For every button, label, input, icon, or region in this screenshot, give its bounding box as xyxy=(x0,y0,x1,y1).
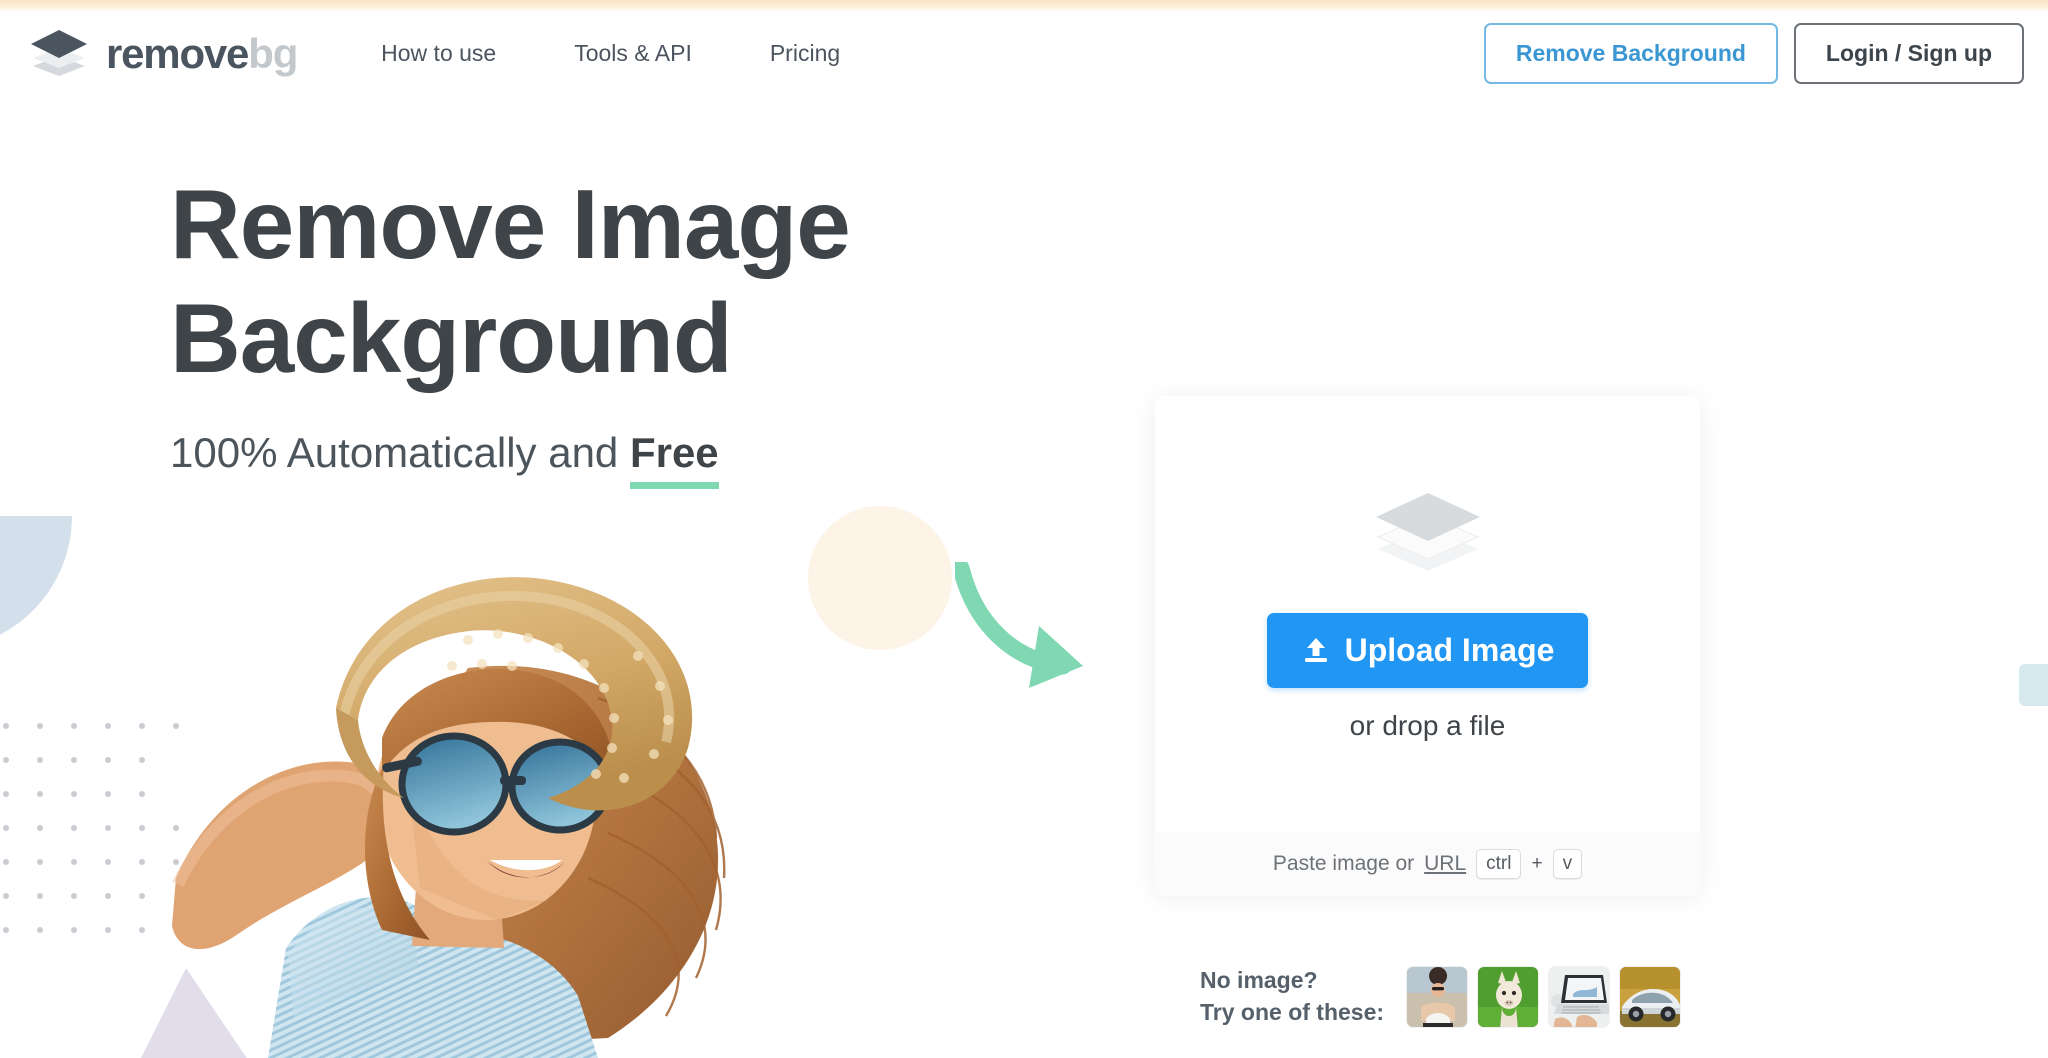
sample-thumbnails xyxy=(1406,965,1682,1028)
kbd-ctrl: ctrl xyxy=(1476,848,1522,880)
paste-url-link[interactable]: URL xyxy=(1424,852,1466,876)
brand-wordmark: removebg xyxy=(106,29,298,77)
hero-subtitle-prefix: 100% Automatically and xyxy=(170,429,630,477)
stacked-layers-icon xyxy=(28,26,90,82)
nav-link-tools-api[interactable]: Tools & API xyxy=(574,40,692,67)
paste-image-row: Paste image or URL ctrl + v xyxy=(1155,832,1700,896)
hero-subtitle: 100% Automatically and Free xyxy=(170,429,850,490)
hero-subtitle-emphasis: Free xyxy=(629,429,719,490)
upload-card[interactable]: Upload Image or drop a file Paste image … xyxy=(1155,396,1700,896)
alpaca-thumbnail[interactable] xyxy=(1477,965,1540,1028)
right-edge-blue-chip-decoration xyxy=(2019,664,2048,706)
top-accent-strip xyxy=(0,0,2048,12)
nav-actions: Remove Background Login / Sign up xyxy=(1483,23,2024,84)
sample-images-section: No image? Try one of these: xyxy=(1200,965,1682,1028)
upload-image-button[interactable]: Upload Image xyxy=(1266,612,1589,688)
brand-logo[interactable]: removebg xyxy=(28,26,298,82)
stacked-layers-icon xyxy=(1368,487,1488,579)
brand-name-secondary: bg xyxy=(248,29,298,77)
woman-in-straw-hat-photo xyxy=(168,548,798,1058)
sports-car-thumbnail[interactable] xyxy=(1619,965,1682,1028)
upload-dropzone[interactable]: Upload Image or drop a file xyxy=(1155,396,1700,832)
kbd-v: v xyxy=(1552,848,1583,880)
nav-links: How to use Tools & API Pricing xyxy=(381,40,840,67)
login-signup-button[interactable]: Login / Sign up xyxy=(1793,23,2024,84)
paste-image-text: Paste image or xyxy=(1272,852,1415,875)
blue-quarter-circle-decoration xyxy=(0,516,72,650)
page-root: removebg How to use Tools & API Pricing … xyxy=(0,0,2048,1058)
top-navigation-bar: removebg How to use Tools & API Pricing … xyxy=(0,12,2048,95)
cream-circle-decoration xyxy=(808,506,952,650)
drop-file-hint: or drop a file xyxy=(1349,709,1506,741)
sample-images-label: No image? Try one of these: xyxy=(1200,967,1385,1025)
page-title: Remove Image Background xyxy=(170,169,851,393)
upload-image-button-label: Upload Image xyxy=(1344,631,1555,668)
remove-background-button[interactable]: Remove Background xyxy=(1483,23,1778,84)
upload-arrow-icon xyxy=(1301,635,1331,665)
nav-link-pricing[interactable]: Pricing xyxy=(770,40,840,67)
brand-name-primary: remove xyxy=(106,29,249,77)
kbd-plus: + xyxy=(1531,853,1543,874)
woman-sunglasses-thumbnail[interactable] xyxy=(1406,965,1469,1028)
hero-text-block: Remove Image Background 100% Automatical… xyxy=(170,168,851,490)
curved-arrow-icon xyxy=(952,559,1105,694)
nav-link-how-to-use[interactable]: How to use xyxy=(381,40,496,67)
laptop-hands-thumbnail[interactable] xyxy=(1548,965,1611,1028)
